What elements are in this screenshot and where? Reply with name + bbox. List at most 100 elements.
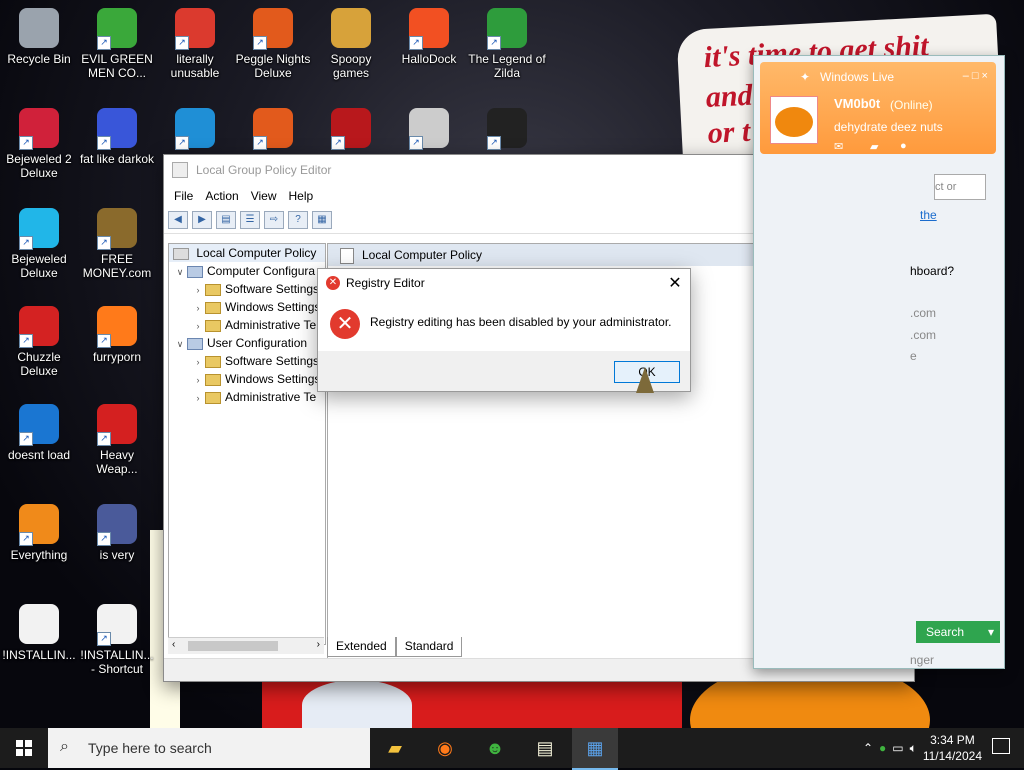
thunderbird-icon: ↗: [19, 404, 59, 446]
tree-root[interactable]: Local Computer Policy: [169, 244, 325, 262]
menu-file[interactable]: File: [168, 189, 199, 203]
news-icon[interactable]: ●: [900, 140, 907, 152]
policy-icon: [173, 247, 189, 260]
tree-node[interactable]: ∨ User Configuration: [169, 334, 325, 352]
folder-icon: [205, 301, 221, 314]
tree-node[interactable]: › Administrative Te: [169, 316, 325, 334]
desktop-icon-freemoney[interactable]: ↗ FREE MONEY.com: [78, 208, 156, 280]
desktop-icon-furryporn[interactable]: ↗ furryporn: [78, 306, 156, 364]
desktop-icon-recycle[interactable]: Recycle Bin: [0, 8, 78, 66]
shortcut-arrow-icon: ↗: [331, 136, 345, 150]
tree-horizontal-scrollbar[interactable]: ‹ ›: [168, 637, 324, 654]
tree-node[interactable]: › Administrative Te: [169, 388, 325, 406]
scroll-left-icon[interactable]: ‹: [172, 639, 175, 650]
export-list-icon[interactable]: ⇨: [264, 211, 284, 229]
desktop-icon-peggle2[interactable]: ↗: [234, 108, 312, 152]
back-arrow-icon[interactable]: ◀: [168, 211, 188, 229]
desktop-icon-isvery[interactable]: ↗ is very: [78, 504, 156, 562]
desktop-icon-label: fat like darkok: [79, 152, 155, 166]
taskbar-app-gpedit[interactable]: ▦: [572, 728, 618, 770]
desktop-icon-zilda[interactable]: ↗ The Legend of Zilda: [468, 8, 546, 80]
tree-node-label: User Configuration: [207, 336, 308, 350]
search-button[interactable]: Search ▾: [916, 621, 1000, 643]
desktop-icon-label: Bejeweled 2 Deluxe: [6, 152, 72, 180]
chevron-right-icon[interactable]: ›: [191, 317, 205, 335]
desktop-icon-darkok[interactable]: ↗ fat like darkok: [78, 108, 156, 166]
chevron-right-icon[interactable]: ›: [191, 371, 205, 389]
help-icon[interactable]: ?: [288, 211, 308, 229]
desktop-icon-bejeweled[interactable]: ↗ Bejeweled Deluxe: [0, 208, 78, 280]
tree-node[interactable]: › Software Settings: [169, 352, 325, 370]
chalk-line-2: and: [704, 78, 754, 114]
desktop-icon-everything[interactable]: ↗ Everything: [0, 504, 78, 562]
desktop-icon-network[interactable]: ↗: [390, 108, 468, 152]
policy-tree[interactable]: Local Computer Policy ∨ Computer Configur…: [168, 243, 326, 645]
list-view-icon[interactable]: ☰: [240, 211, 260, 229]
taskbar-app-messenger[interactable]: ☻: [472, 728, 518, 768]
clock[interactable]: 3:34 PM 11/14/2024: [923, 732, 982, 764]
taskbar-app-firefox[interactable]: ◉: [422, 728, 468, 768]
tree-node[interactable]: › Windows Settings: [169, 298, 325, 316]
desktop-icon-evil-green[interactable]: ↗ EVIL GREEN MEN CO...: [78, 8, 156, 80]
desktop-icon-peggle[interactable]: ↗ Peggle Nights Deluxe: [234, 8, 312, 80]
menu-help[interactable]: Help: [283, 189, 320, 203]
start-button[interactable]: [0, 728, 48, 768]
taskbar-search[interactable]: ⌕ Type here to search: [48, 728, 370, 768]
scroll-right-icon[interactable]: ›: [317, 639, 320, 650]
desktop-icon-edge[interactable]: ↗: [156, 108, 234, 152]
messenger-window[interactable]: ✦ Windows Live – □ × VM0b0t (Online) deh…: [753, 55, 1005, 669]
desktop-icon-bejeweled2[interactable]: ↗ Bejeweled 2 Deluxe: [0, 108, 78, 180]
chevron-right-icon[interactable]: ›: [191, 299, 205, 317]
scroll-thumb[interactable]: [188, 641, 278, 651]
registry-editor-dialog[interactable]: ✕ Registry Editor ✕ ✕ Registry editing h…: [317, 268, 691, 393]
properties-icon[interactable]: ▦: [312, 211, 332, 229]
chevron-down-icon[interactable]: ∨: [173, 335, 187, 353]
desktop-icon-spoopy[interactable]: Spoopy games: [312, 8, 390, 80]
tree-node[interactable]: ∨ Computer Configura: [169, 262, 325, 280]
desktop-icon-doesntload[interactable]: ↗ doesnt load: [0, 404, 78, 462]
desktop-icon-installing1[interactable]: !INSTALLIN...: [0, 604, 78, 662]
show-hide-tree-icon[interactable]: ▤: [216, 211, 236, 229]
personal-message[interactable]: dehydrate deez nuts: [834, 120, 943, 134]
chevron-down-icon[interactable]: ▾: [988, 621, 994, 643]
mail-icon[interactable]: ✉: [834, 140, 843, 153]
display-name[interactable]: VM0b0t: [834, 96, 880, 111]
chevron-right-icon[interactable]: ›: [191, 389, 205, 407]
chevron-right-icon[interactable]: ›: [191, 353, 205, 371]
tab-extended[interactable]: Extended: [327, 637, 396, 657]
firefox-icon: ↗: [97, 306, 137, 348]
messenger-tray-icon[interactable]: ●: [879, 741, 886, 755]
contact-search-input[interactable]: ct or numbe: [934, 174, 986, 200]
messenger-footer: nger: [910, 653, 935, 667]
desktop-icon-hallodock[interactable]: ↗ HalloDock: [390, 8, 468, 66]
dialog-close-button[interactable]: ✕: [660, 273, 690, 293]
shortcut-arrow-icon: ↗: [97, 334, 111, 348]
status-text[interactable]: (Online): [890, 98, 933, 112]
desktop-icon-yashma[interactable]: ↗: [468, 108, 546, 152]
desktop-icon-chuzzle[interactable]: ↗ Chuzzle Deluxe: [0, 306, 78, 378]
notification-icon[interactable]: [992, 738, 1010, 754]
chevron-right-icon[interactable]: ›: [191, 281, 205, 299]
network-icon[interactable]: ▭: [892, 741, 903, 755]
chevron-down-icon[interactable]: ∨: [173, 263, 187, 281]
tree-node[interactable]: › Software Settings: [169, 280, 325, 298]
gpedit-app-icon: [172, 162, 188, 178]
desktop-icon-flash[interactable]: ↗: [312, 108, 390, 152]
chevron-up-icon[interactable]: ⌃: [863, 741, 873, 755]
menu-action[interactable]: Action: [199, 189, 244, 203]
tab-standard[interactable]: Standard: [395, 637, 463, 657]
taskbar-app-explorer[interactable]: ▰: [372, 728, 418, 768]
desktop-icon-heavy[interactable]: ↗ Heavy Weap...: [78, 404, 156, 476]
folder-icon[interactable]: ▰: [870, 140, 878, 153]
avatar[interactable]: [770, 96, 818, 144]
desktop-icon-chrome[interactable]: ↗ literally unusable: [156, 8, 234, 80]
forward-arrow-icon[interactable]: ▶: [192, 211, 212, 229]
messenger-window-controls[interactable]: – □ ×: [963, 70, 988, 82]
desktop-icon-installing2[interactable]: ↗ !INSTALLIN... - Shortcut: [78, 604, 156, 676]
menu-view[interactable]: View: [245, 189, 283, 203]
taskbar-app-notepad[interactable]: ▤: [522, 728, 568, 768]
volume-icon[interactable]: 🔈︎: [910, 741, 917, 756]
tree-node[interactable]: › Windows Settings: [169, 370, 325, 388]
messenger-link[interactable]: the: [920, 208, 937, 222]
desktop-icon-label: HalloDock: [401, 52, 457, 66]
